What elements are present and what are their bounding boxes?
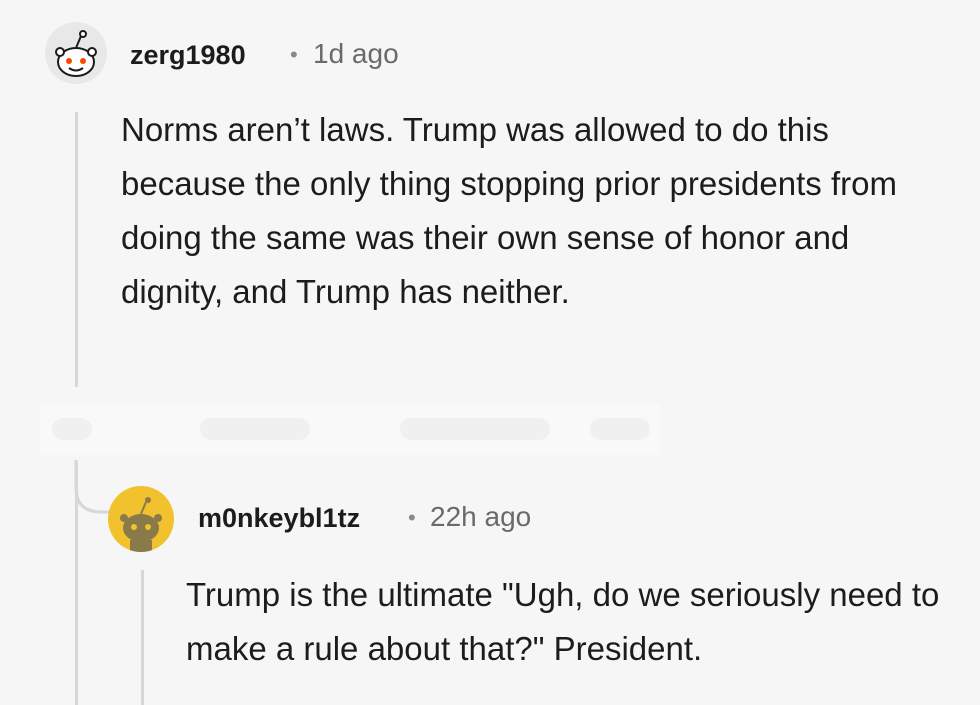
thread-line-root [75, 112, 78, 387]
more-action[interactable] [590, 418, 650, 440]
comment-body: Trump is the ultimate "Ugh, do we seriou… [186, 576, 940, 667]
comment-actions-bar [40, 405, 660, 455]
upvote-icon[interactable] [52, 418, 92, 440]
share-action[interactable] [400, 418, 550, 440]
comment-username[interactable]: m0nkeybl1tz [198, 503, 360, 534]
comment-timestamp: 1d ago [313, 38, 399, 69]
separator-dot: • [290, 42, 298, 67]
comment-body: Norms aren’t laws. Trump was allowed to … [121, 111, 897, 310]
snoo-avatar-icon[interactable] [108, 486, 174, 552]
separator-dot: • [408, 505, 416, 530]
thread-line-reply [141, 570, 144, 705]
reply-action[interactable] [200, 418, 310, 440]
comment-username[interactable]: zerg1980 [130, 40, 246, 71]
comment-timestamp: 22h ago [430, 501, 532, 532]
snoo-avatar-icon[interactable] [45, 22, 107, 84]
